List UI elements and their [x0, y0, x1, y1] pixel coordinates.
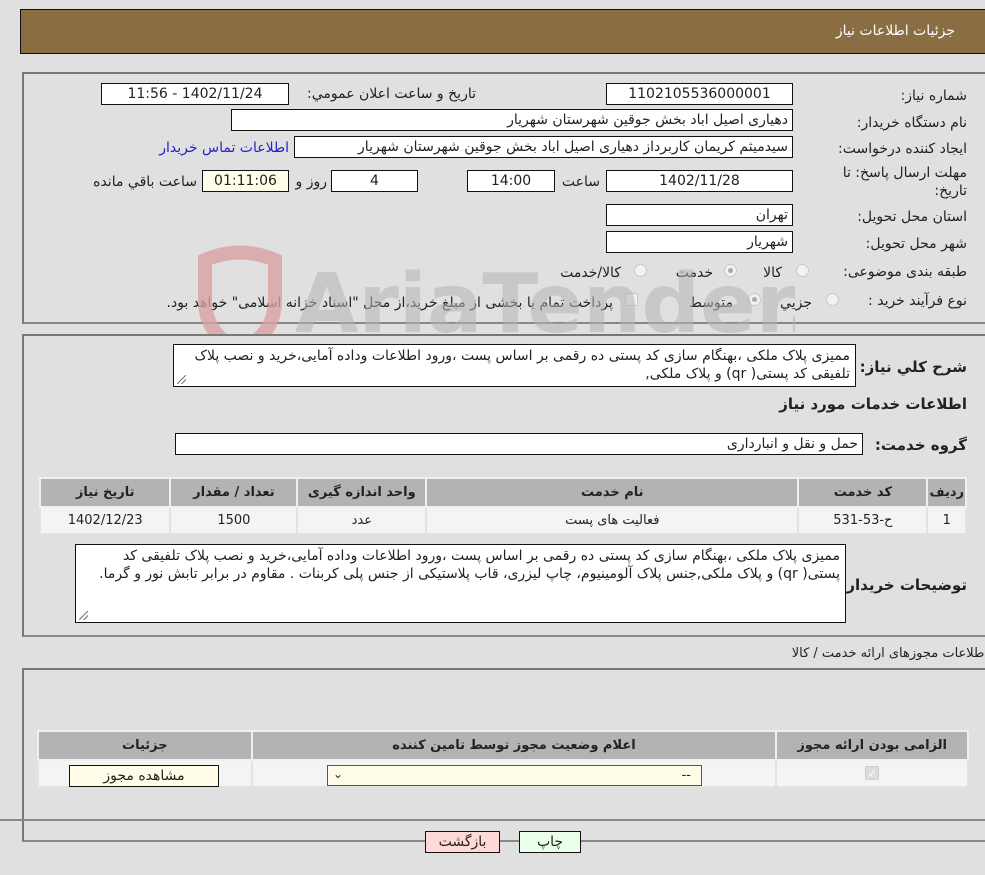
services-table-header: ردیف کد خدمت نام خدمت واحد اندازه گیری ت… [38, 477, 967, 508]
col-row-number: ردیف [926, 477, 967, 508]
buyer-org-field: دهیاری اصیل اباد بخش جوقین شهرستان شهریا… [231, 109, 793, 131]
process-radio-minor[interactable] [826, 293, 839, 306]
table-row: 1 ح-53-531 فعالیت های پست عدد 1500 1402/… [38, 506, 967, 535]
days-remaining-field: 4 [331, 170, 418, 192]
col-permit-required: الزامی بودن ارائه مجوز [775, 730, 969, 761]
service-group-label: گروه خدمت: [874, 436, 967, 454]
deadline-label: مهلت ارسال پاسخ: تا [842, 165, 967, 181]
category-radio-goods[interactable] [796, 264, 809, 277]
buyer-notes-textarea[interactable]: ممیزی پلاک ملکی ،بهنگام سازی کد پستی ده … [75, 544, 846, 623]
description-textarea[interactable]: ممیزی پلاک ملکی ،بهنگام سازی کد پستی ده … [173, 344, 856, 387]
description-label: شرح کلي نياز: [859, 358, 967, 376]
process-radio-medium[interactable] [748, 293, 761, 306]
category-radio-goods-service[interactable] [634, 264, 647, 277]
deadline-time-label: ساعت [561, 174, 600, 190]
print-button[interactable]: چاپ [519, 831, 581, 853]
time-remaining-field: 01:11:06 [202, 170, 289, 192]
services-table: ردیف کد خدمت نام خدمت واحد اندازه گیری ت… [38, 477, 967, 535]
days-label: روز و [295, 174, 328, 190]
requester-label: ایجاد کننده درخواست: [838, 141, 967, 157]
permits-table-header: الزامی بودن ارائه مجوز اعلام وضعیت مجوز … [37, 730, 969, 761]
province-field: تهران [606, 204, 793, 226]
cell-need-date: 1402/12/23 [38, 506, 172, 535]
col-service-name: نام خدمت [425, 477, 800, 508]
requester-field: سیدمیثم کریمان کاربرداز دهیاری اصیل اباد… [294, 136, 793, 158]
resize-grip-icon[interactable] [79, 611, 88, 620]
col-need-date: تاریخ نیاز [38, 477, 172, 508]
col-service-code: کد خدمت [797, 477, 929, 508]
category-goods-service-label: کالا/خدمت [560, 265, 621, 281]
view-permit-button[interactable]: مشاهده مجوز [69, 765, 219, 787]
page-title: جزئیات اطلاعات نیاز [835, 23, 955, 39]
back-button[interactable]: بازگشت [425, 831, 500, 853]
deadline-label-date: تاریخ: [934, 183, 967, 199]
treasury-note: پرداخت تمام یا بخشی از مبلغ خرید،از محل … [166, 295, 613, 311]
city-label: شهر محل تحویل: [865, 236, 967, 252]
announce-label: تاریخ و ساعت اعلان عمومي: [307, 86, 476, 102]
permit-status-value: -- [681, 768, 691, 783]
process-minor-label: جزیي [780, 295, 812, 311]
cell-quantity: 1500 [169, 506, 299, 535]
category-goods-label: کالا [763, 265, 782, 281]
process-medium-label: متوسط [689, 295, 733, 311]
description-text: ممیزی پلاک ملکی ،بهنگام سازی کد پستی ده … [194, 348, 850, 382]
city-field: شهریار [606, 231, 793, 253]
cell-unit: عدد [296, 506, 428, 535]
category-service-label: خدمت [675, 265, 713, 281]
resize-grip-icon[interactable] [177, 375, 186, 384]
need-number-field: 1102105536000001 [606, 83, 793, 105]
cell-permit-required: ✓ [775, 759, 969, 788]
time-remaining-label: ساعت باقي مانده [93, 174, 197, 190]
deadline-date-field: 1402/11/28 [606, 170, 793, 192]
announce-field: 1402/11/24 - 11:56 [101, 83, 289, 105]
cell-service-name: فعالیت های پست [425, 506, 800, 535]
col-quantity: تعداد / مقدار [169, 477, 299, 508]
page-header: جزئیات اطلاعات نیاز [20, 9, 985, 54]
category-radio-service[interactable] [724, 264, 737, 277]
col-unit: واحد اندازه گیری [296, 477, 428, 508]
buyer-notes-label: توضیحات خریدار: [840, 576, 967, 594]
cell-service-code: ح-53-531 [797, 506, 929, 535]
buyer-org-label: نام دستگاه خریدار: [856, 115, 967, 131]
col-permit-status: اعلام وضعیت مجوز توسط تامین کننده [250, 730, 778, 761]
process-label: نوع فرآیند خرید : [868, 293, 967, 309]
permit-required-checkbox[interactable]: ✓ [865, 766, 880, 780]
category-label: طبقه بندی موضوعی: [843, 264, 967, 280]
cell-row-number: 1 [926, 506, 967, 535]
services-section-title: اطلاعات خدمات مورد نیاز [779, 395, 967, 413]
col-permit-details: جزئیات [37, 730, 253, 761]
treasury-checkbox[interactable] [625, 293, 638, 306]
need-number-label: شماره نیاز: [900, 88, 968, 104]
permits-section-title: اطلاعات مجوزهای ارائه خدمت / کالا [791, 646, 985, 661]
permit-status-select[interactable]: -- ⌄ [327, 765, 702, 786]
buyer-notes-text: ممیزی پلاک ملکی ،بهنگام سازی کد پستی ده … [99, 548, 840, 582]
province-label: استان محل تحویل: [857, 209, 967, 225]
chevron-down-icon: ⌄ [333, 767, 344, 781]
service-group-field: حمل و نقل و انبارداری [175, 433, 863, 455]
deadline-time-field: 14:00 [467, 170, 555, 192]
buyer-contact-link[interactable]: اطلاعات تماس خریدار [159, 140, 289, 156]
footer-divider [0, 819, 985, 821]
